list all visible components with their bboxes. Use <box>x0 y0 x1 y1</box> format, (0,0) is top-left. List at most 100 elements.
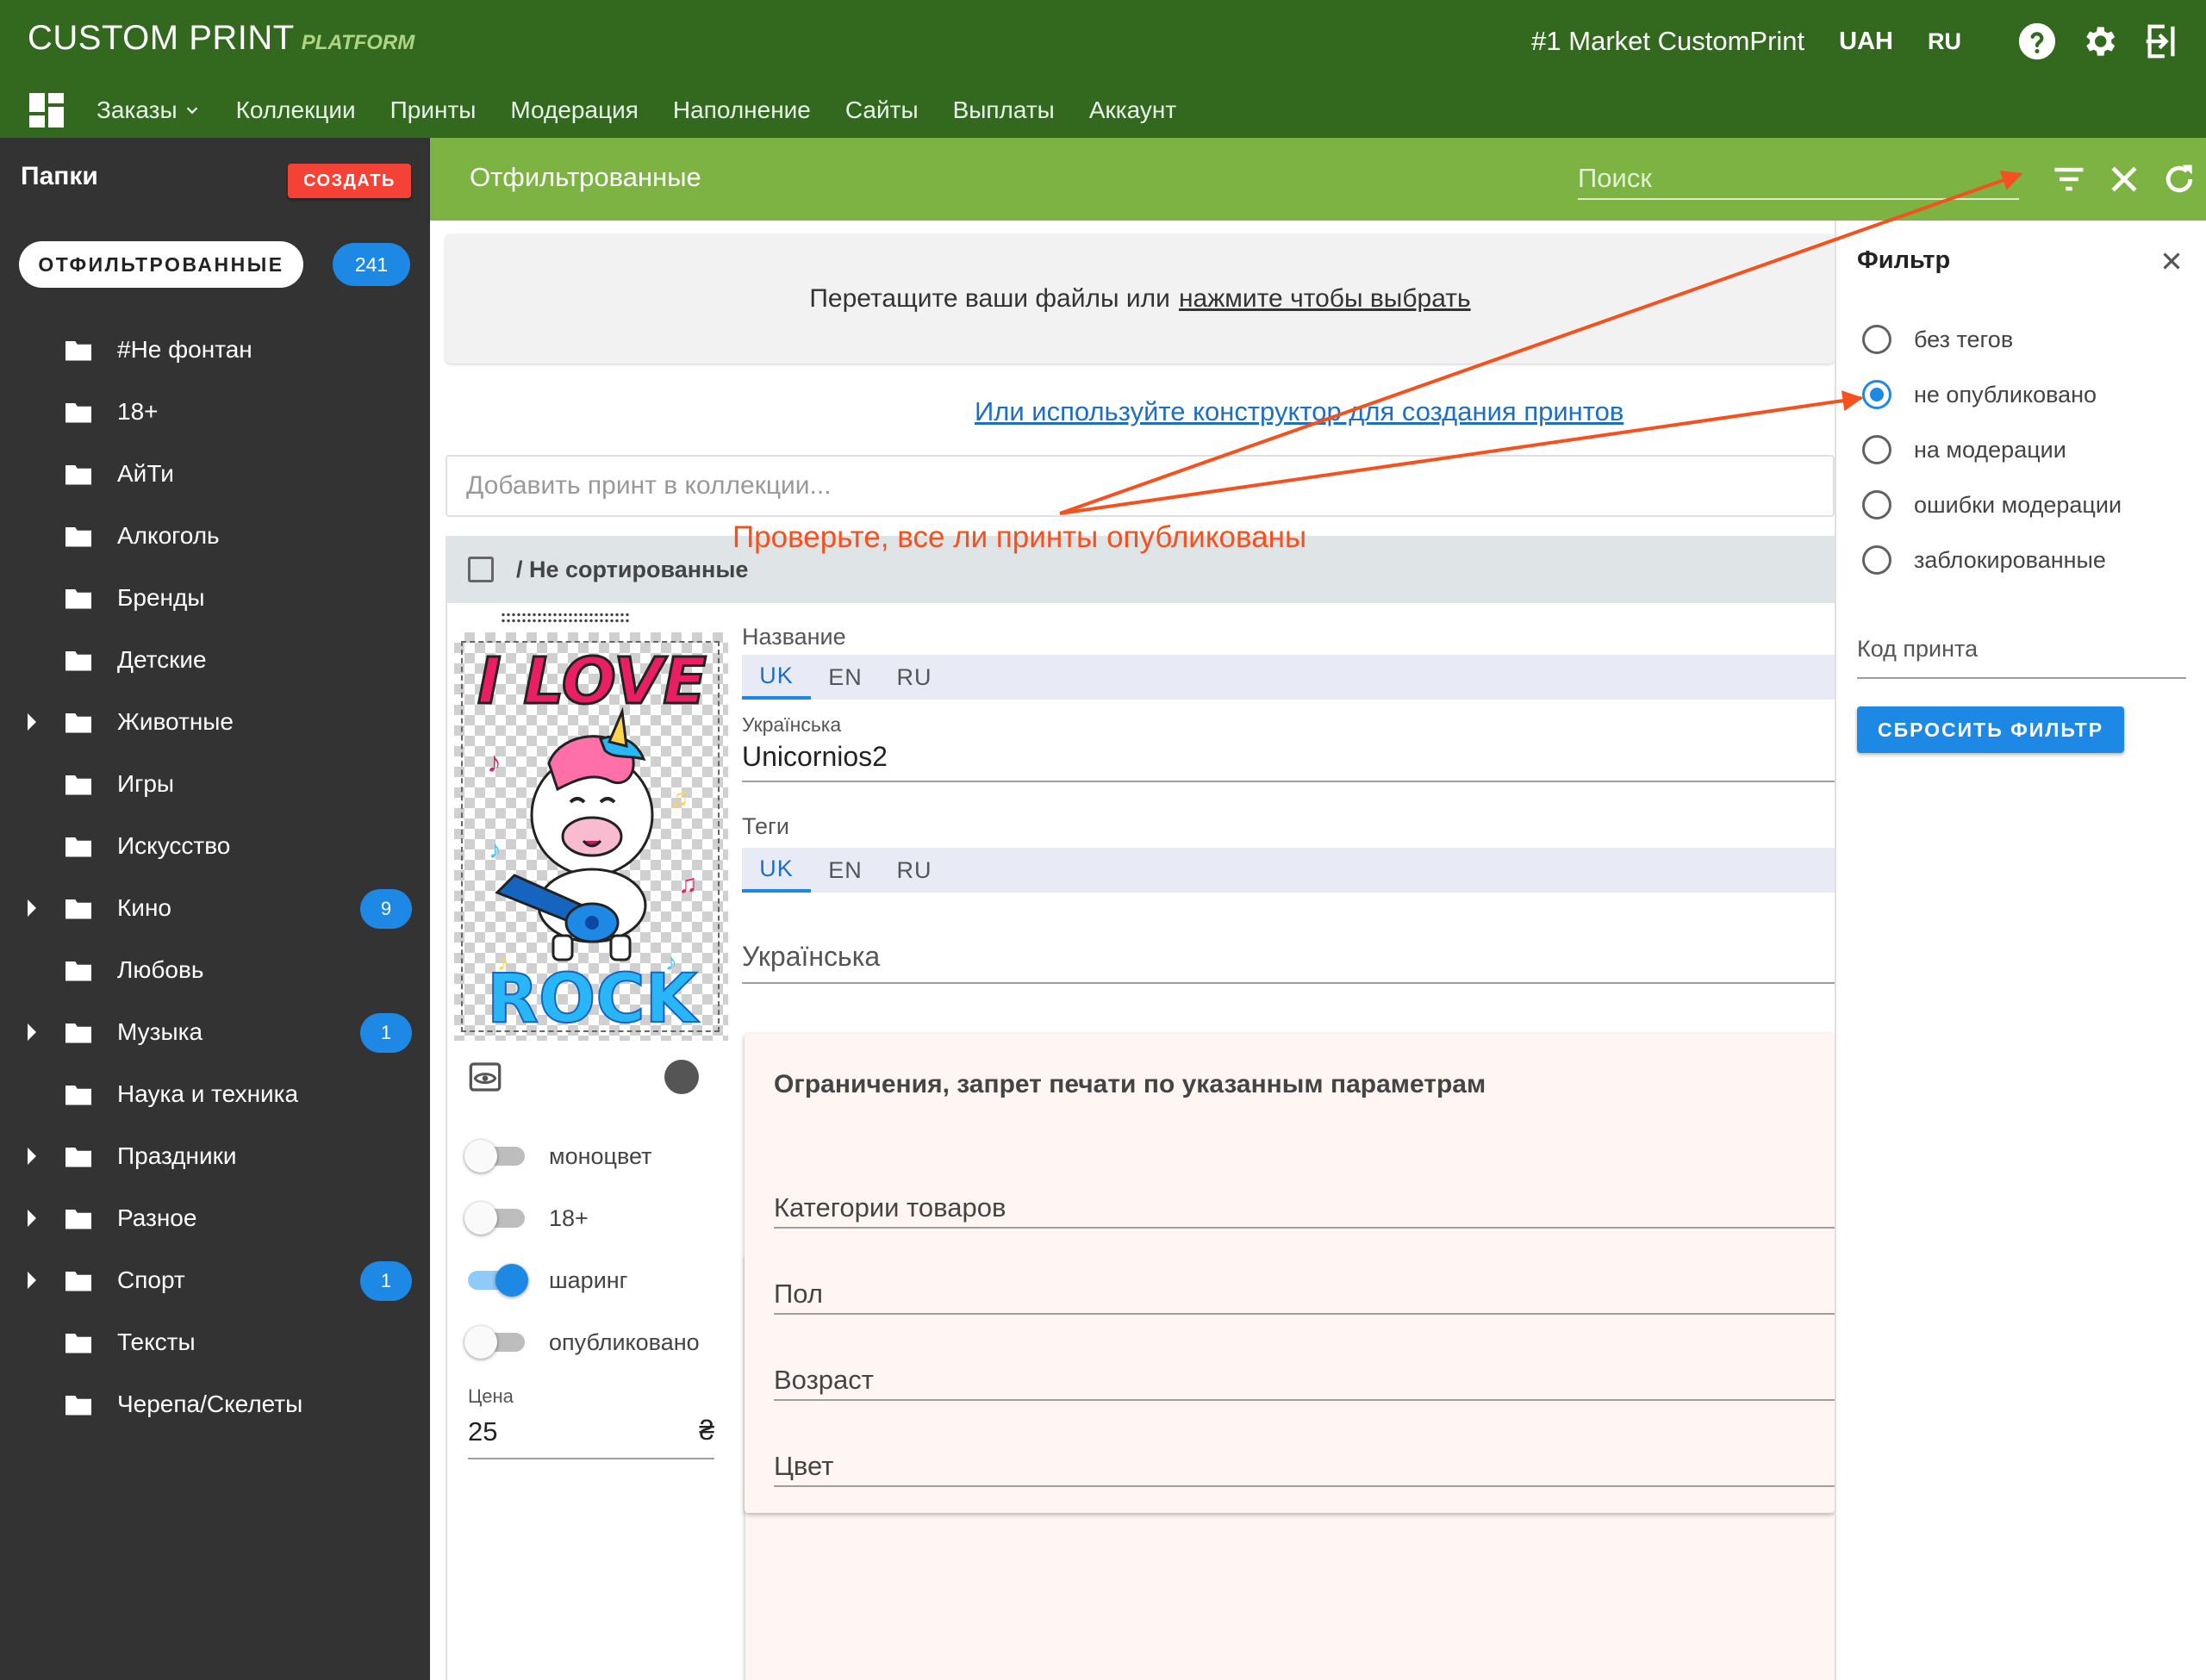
create-folder-button[interactable]: СОЗДАТЬ <box>288 164 411 198</box>
dropzone-select-link[interactable]: нажмите чтобы выбрать <box>1179 284 1471 314</box>
radio-label: на модерации <box>1914 436 2066 463</box>
published-switch[interactable] <box>464 1326 525 1359</box>
tab-en[interactable]: EN <box>811 848 880 893</box>
age-select[interactable]: Возраст <box>774 1356 1835 1401</box>
nav-payouts[interactable]: Выплаты <box>953 96 1055 124</box>
filter-option-no-tags[interactable]: без тегов <box>1862 322 2013 357</box>
brand-logo[interactable]: CUSTOM PRINT PLATFORM <box>28 19 414 58</box>
nav-moderation[interactable]: Модерация <box>510 96 639 124</box>
expand-arrow-icon[interactable] <box>28 1272 36 1289</box>
brand-name: CUSTOM PRINT <box>28 19 295 57</box>
filter-icon[interactable] <box>2047 157 2091 202</box>
sidebar-folder-item[interactable]: #Не фонтан <box>0 319 430 381</box>
gear-icon[interactable] <box>2078 21 2120 62</box>
sidebar-folder-item[interactable]: Праздники <box>0 1125 430 1187</box>
folder-icon <box>65 1024 91 1043</box>
add-to-collection-input[interactable]: Добавить принт в коллекции... <box>446 455 1835 517</box>
tab-uk[interactable]: UK <box>742 848 811 893</box>
sidebar-folder-item[interactable]: Черепа/Скелеты <box>0 1373 430 1435</box>
currency-selector[interactable]: UAH <box>1839 28 1893 56</box>
expand-arrow-icon[interactable] <box>28 713 36 731</box>
tags-input[interactable]: Українська <box>742 922 1836 984</box>
sidebar-folder-item[interactable]: АйТи <box>0 443 430 505</box>
sidebar-folder-item[interactable]: Тексты <box>0 1311 430 1373</box>
folder-icon <box>65 589 91 609</box>
radio-label: заблокированные <box>1914 546 2106 573</box>
nav-collections[interactable]: Коллекции <box>236 96 356 124</box>
product-categories-select[interactable]: Категории товаров <box>774 1184 1835 1229</box>
folder-name: Наука и техника <box>117 1080 299 1107</box>
sidebar-folder-item[interactable]: Разное <box>0 1187 430 1249</box>
search-input[interactable] <box>1578 159 2019 200</box>
sidebar-folder-item[interactable]: Игры <box>0 753 430 815</box>
logout-icon[interactable] <box>2141 21 2182 62</box>
toggle-sharing[interactable]: шаринг <box>468 1263 628 1297</box>
toggle-published[interactable]: опубликовано <box>464 1325 700 1360</box>
select-all-checkbox[interactable] <box>468 557 494 582</box>
constructor-link[interactable]: Или используйте конструктор для создания… <box>975 396 1623 427</box>
tab-en[interactable]: EN <box>811 655 880 700</box>
close-icon[interactable] <box>2102 157 2147 202</box>
nav-orders[interactable]: Заказы <box>97 96 202 124</box>
content-header: Отфильтрованные <box>430 138 2206 221</box>
filter-option-blocked[interactable]: заблокированные <box>1862 543 2106 577</box>
nav-prints[interactable]: Принты <box>390 96 477 124</box>
radio-button[interactable] <box>1862 380 1891 409</box>
toggle-monocolor[interactable]: моноцвет <box>464 1139 652 1173</box>
nav-account[interactable]: Аккаунт <box>1089 96 1176 124</box>
preview-eye-icon[interactable] <box>468 1060 502 1094</box>
sidebar-folder-item[interactable]: Кино 9 <box>0 877 430 939</box>
print-thumbnail[interactable]: I LOVE ♪ ♫ ♪ ♫ ♪ ♪ ROCK <box>454 632 728 1041</box>
tab-ru[interactable]: RU <box>880 655 949 700</box>
radio-button[interactable] <box>1862 545 1891 575</box>
nav-content[interactable]: Наполнение <box>673 96 811 124</box>
expand-arrow-icon[interactable] <box>28 1148 36 1165</box>
price-input[interactable]: 25 ₴ <box>468 1408 714 1459</box>
filter-option-on-moderation[interactable]: на модерации <box>1862 432 2066 467</box>
refresh-icon[interactable] <box>2157 157 2202 202</box>
monocolor-switch[interactable] <box>464 1140 525 1173</box>
folder-icon <box>65 899 91 919</box>
color-select[interactable]: Цвет <box>774 1442 1835 1487</box>
sidebar-folder-item[interactable]: Искусство <box>0 815 430 877</box>
print-name-input[interactable]: Unicornios2 <box>742 734 1836 782</box>
help-icon[interactable] <box>2016 21 2058 62</box>
radio-button[interactable] <box>1862 490 1891 520</box>
sidebar-folder-item[interactable]: Наука и техника <box>0 1063 430 1125</box>
gender-select[interactable]: Пол <box>774 1270 1835 1315</box>
print-image-frame: I LOVE ♪ ♫ ♪ ♫ ♪ ♪ ROCK <box>461 641 720 1034</box>
tab-ru[interactable]: RU <box>880 848 949 893</box>
radio-button[interactable] <box>1862 435 1891 464</box>
adult-switch[interactable] <box>464 1202 525 1235</box>
sidebar-folder-item[interactable]: Животные <box>0 691 430 753</box>
file-dropzone[interactable]: Перетащите ваши файлы или нажмите чтобы … <box>446 234 1835 364</box>
sharing-switch[interactable] <box>468 1264 528 1297</box>
market-selector[interactable]: #1 Market CustomPrint <box>1531 26 1804 57</box>
main-nav: Заказы Коллекции Принты Модерация Наполн… <box>0 86 1211 134</box>
sidebar-folder-item[interactable]: Алкоголь <box>0 505 430 567</box>
sidebar-folder-item[interactable]: Бренды <box>0 567 430 629</box>
sidebar-folder-item[interactable]: Любовь <box>0 939 430 1001</box>
filtered-folder-chip[interactable]: ОТФИЛЬТРОВАННЫЕ <box>19 241 303 288</box>
filter-option-moderation-errors[interactable]: ошибки модерации <box>1862 488 2122 522</box>
filter-option-unpublished[interactable]: не опубликовано <box>1862 377 2097 412</box>
expand-arrow-icon[interactable] <box>28 1210 36 1227</box>
drag-handle-icon[interactable] <box>501 612 630 624</box>
sidebar-folder-item[interactable]: Музыка 1 <box>0 1001 430 1063</box>
close-icon[interactable] <box>2157 246 2186 276</box>
color-indicator[interactable] <box>664 1060 699 1094</box>
sidebar-folder-item[interactable]: Спорт 1 <box>0 1249 430 1311</box>
radio-button[interactable] <box>1862 325 1891 354</box>
restrictions-title: Ограничения, запрет печати по указанным … <box>774 1070 1486 1098</box>
expand-arrow-icon[interactable] <box>28 899 36 917</box>
dashboard-icon[interactable] <box>29 93 64 128</box>
reset-filter-button[interactable]: СБРОСИТЬ ФИЛЬТР <box>1857 706 2124 753</box>
tab-uk[interactable]: UK <box>742 655 811 700</box>
toggle-adult[interactable]: 18+ <box>464 1201 589 1235</box>
language-selector[interactable]: RU <box>1928 28 1961 55</box>
sidebar-folder-item[interactable]: Детские <box>0 629 430 691</box>
expand-arrow-icon[interactable] <box>28 1024 36 1041</box>
sidebar-folder-item[interactable]: 18+ <box>0 381 430 443</box>
nav-sites[interactable]: Сайты <box>845 96 919 124</box>
print-code-input[interactable]: Код принта <box>1857 625 2186 679</box>
